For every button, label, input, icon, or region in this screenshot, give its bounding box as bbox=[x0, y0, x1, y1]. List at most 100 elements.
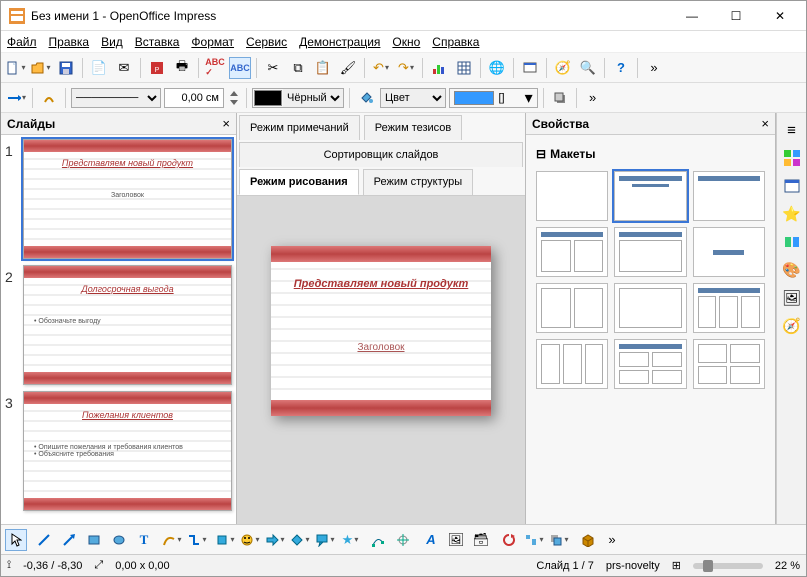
menu-tools[interactable]: Сервис bbox=[246, 35, 287, 49]
line-endcap-button[interactable] bbox=[38, 87, 60, 109]
select-tool[interactable] bbox=[5, 529, 27, 551]
minimize-button[interactable]: ― bbox=[670, 2, 714, 30]
rotate-tool[interactable] bbox=[498, 529, 520, 551]
tab-normal[interactable]: Режим рисования bbox=[239, 169, 359, 195]
layout-content[interactable] bbox=[614, 227, 686, 277]
navigator-button[interactable]: 🧭 bbox=[552, 57, 574, 79]
slideshow-button[interactable] bbox=[519, 57, 541, 79]
maximize-button[interactable]: ☐ bbox=[714, 2, 758, 30]
points-tool[interactable] bbox=[367, 529, 389, 551]
menu-insert[interactable]: Вставка bbox=[135, 35, 180, 49]
table-button[interactable] bbox=[453, 57, 475, 79]
spinner-icon[interactable] bbox=[227, 87, 241, 109]
fill-type-select[interactable]: Цвет bbox=[380, 88, 446, 108]
menu-window[interactable]: Окно bbox=[392, 35, 420, 49]
sidebar-master-icon[interactable] bbox=[781, 175, 803, 197]
undo-button[interactable]: ↶▾ bbox=[370, 57, 392, 79]
menu-file[interactable]: Файл bbox=[7, 35, 37, 49]
sidebar-animation-icon[interactable]: ⭐ bbox=[781, 203, 803, 225]
curve-tool[interactable]: ▾ bbox=[161, 529, 183, 551]
align-tool[interactable]: ▾ bbox=[523, 529, 545, 551]
layout-two-box[interactable] bbox=[536, 283, 608, 333]
basic-shapes-tool[interactable]: ▾ bbox=[214, 529, 236, 551]
slide-thumb[interactable]: Пожелания клиентов • Опишите пожелания и… bbox=[23, 391, 232, 511]
sidebar-menu-icon[interactable]: ≡ bbox=[781, 119, 803, 141]
menu-demo[interactable]: Демонстрация bbox=[299, 35, 380, 49]
paste-button[interactable]: 📋 bbox=[312, 57, 334, 79]
menu-view[interactable]: Вид bbox=[101, 35, 123, 49]
line-color-swatch[interactable]: Чёрный bbox=[252, 88, 344, 108]
toolbar2-overflow[interactable]: » bbox=[582, 87, 604, 109]
line-width-input[interactable] bbox=[164, 88, 224, 108]
canvas-area[interactable]: Представляем новый продукт Заголовок bbox=[237, 196, 525, 524]
from-file-tool[interactable]: 🖼 bbox=[445, 529, 467, 551]
callout-tool[interactable]: ▾ bbox=[314, 529, 336, 551]
rectangle-tool[interactable] bbox=[83, 529, 105, 551]
new-button[interactable]: ▾ bbox=[5, 57, 27, 79]
help-button[interactable]: ? bbox=[610, 57, 632, 79]
arrow-tool[interactable] bbox=[58, 529, 80, 551]
layout-3col[interactable] bbox=[536, 339, 608, 389]
text-tool[interactable]: T bbox=[133, 529, 155, 551]
redo-button[interactable]: ↷▾ bbox=[395, 57, 417, 79]
extrusion-tool[interactable] bbox=[576, 529, 598, 551]
fill-color-swatch[interactable]: []▾ bbox=[449, 88, 538, 108]
drawing-overflow[interactable]: » bbox=[601, 529, 623, 551]
shadow-button[interactable] bbox=[549, 87, 571, 109]
print-button[interactable]: 🖶 bbox=[171, 57, 193, 79]
ellipse-tool[interactable] bbox=[108, 529, 130, 551]
line-tool[interactable] bbox=[33, 529, 55, 551]
menu-edit[interactable]: Правка bbox=[49, 35, 90, 49]
layout-one-box[interactable] bbox=[614, 283, 686, 333]
slide-thumb[interactable]: Долгосрочная выгода • Обозначьте выгоду bbox=[23, 265, 232, 385]
sidebar-navigator-icon[interactable]: 🧭 bbox=[781, 315, 803, 337]
layout-title-content[interactable] bbox=[614, 171, 686, 221]
sidebar-styles-icon[interactable]: 🎨 bbox=[781, 259, 803, 281]
flowchart-tool[interactable]: ▾ bbox=[289, 529, 311, 551]
menu-format[interactable]: Формат bbox=[191, 35, 234, 49]
mail-button[interactable]: ✉ bbox=[113, 57, 135, 79]
slide-canvas[interactable]: Представляем новый продукт Заголовок bbox=[271, 246, 491, 416]
slide-panel-close-icon[interactable]: × bbox=[222, 116, 230, 131]
layout-centered[interactable] bbox=[693, 227, 765, 277]
copy-button[interactable]: ⧉ bbox=[287, 57, 309, 79]
slide-list[interactable]: 1 Представляем новый продукт Заголовок 2… bbox=[1, 135, 236, 524]
sidebar-gallery-icon[interactable]: 🖼 bbox=[781, 287, 803, 309]
toolbar-overflow[interactable]: » bbox=[643, 57, 665, 79]
chart-button[interactable] bbox=[428, 57, 450, 79]
connector-tool[interactable]: ▾ bbox=[186, 529, 208, 551]
menu-help[interactable]: Справка bbox=[432, 35, 479, 49]
layout-title-3col[interactable] bbox=[693, 283, 765, 333]
zoom-button[interactable]: 🔍 bbox=[577, 57, 599, 79]
layouts-section-header[interactable]: ⊟ Макеты bbox=[532, 141, 769, 167]
close-button[interactable]: ✕ bbox=[758, 2, 802, 30]
autospell-button[interactable]: ABC bbox=[229, 57, 251, 79]
sidebar-transition-icon[interactable] bbox=[781, 231, 803, 253]
slide-thumb[interactable]: Представляем новый продукт Заголовок bbox=[23, 139, 232, 259]
open-button[interactable]: ▾ bbox=[30, 57, 52, 79]
layout-title-only[interactable] bbox=[693, 171, 765, 221]
block-arrows-tool[interactable]: ▾ bbox=[264, 529, 286, 551]
arrange-tool[interactable]: ▾ bbox=[548, 529, 570, 551]
slide-item[interactable]: 2 Долгосрочная выгода • Обозначьте выгод… bbox=[5, 265, 232, 385]
gallery-tool[interactable]: 🗃 bbox=[470, 529, 492, 551]
slide-title-placeholder[interactable]: Представляем новый продукт bbox=[271, 278, 491, 290]
cut-button[interactable]: ✂ bbox=[262, 57, 284, 79]
tab-handout[interactable]: Режим тезисов bbox=[364, 115, 463, 140]
fill-bucket-icon[interactable] bbox=[355, 87, 377, 109]
sidebar-properties-icon[interactable] bbox=[781, 147, 803, 169]
tab-outline[interactable]: Режим структуры bbox=[363, 169, 474, 195]
export-pdf-button[interactable]: P bbox=[146, 57, 168, 79]
slide-item[interactable]: 1 Представляем новый продукт Заголовок bbox=[5, 139, 232, 259]
symbol-shapes-tool[interactable]: ▾ bbox=[239, 529, 261, 551]
tab-notes[interactable]: Режим примечаний bbox=[239, 115, 360, 140]
glue-points-tool[interactable] bbox=[392, 529, 414, 551]
zoom-fit-icon[interactable]: ⊞ bbox=[672, 559, 681, 572]
slide-item[interactable]: 3 Пожелания клиентов • Опишите пожелания… bbox=[5, 391, 232, 511]
line-style-select[interactable]: ──────── bbox=[71, 88, 161, 108]
layout-blank[interactable] bbox=[536, 171, 608, 221]
layout-two-content[interactable] bbox=[536, 227, 608, 277]
tab-sorter[interactable]: Сортировщик слайдов bbox=[239, 142, 523, 167]
properties-close-icon[interactable]: × bbox=[761, 116, 769, 131]
spellcheck-button[interactable]: ABC✓ bbox=[204, 57, 226, 79]
